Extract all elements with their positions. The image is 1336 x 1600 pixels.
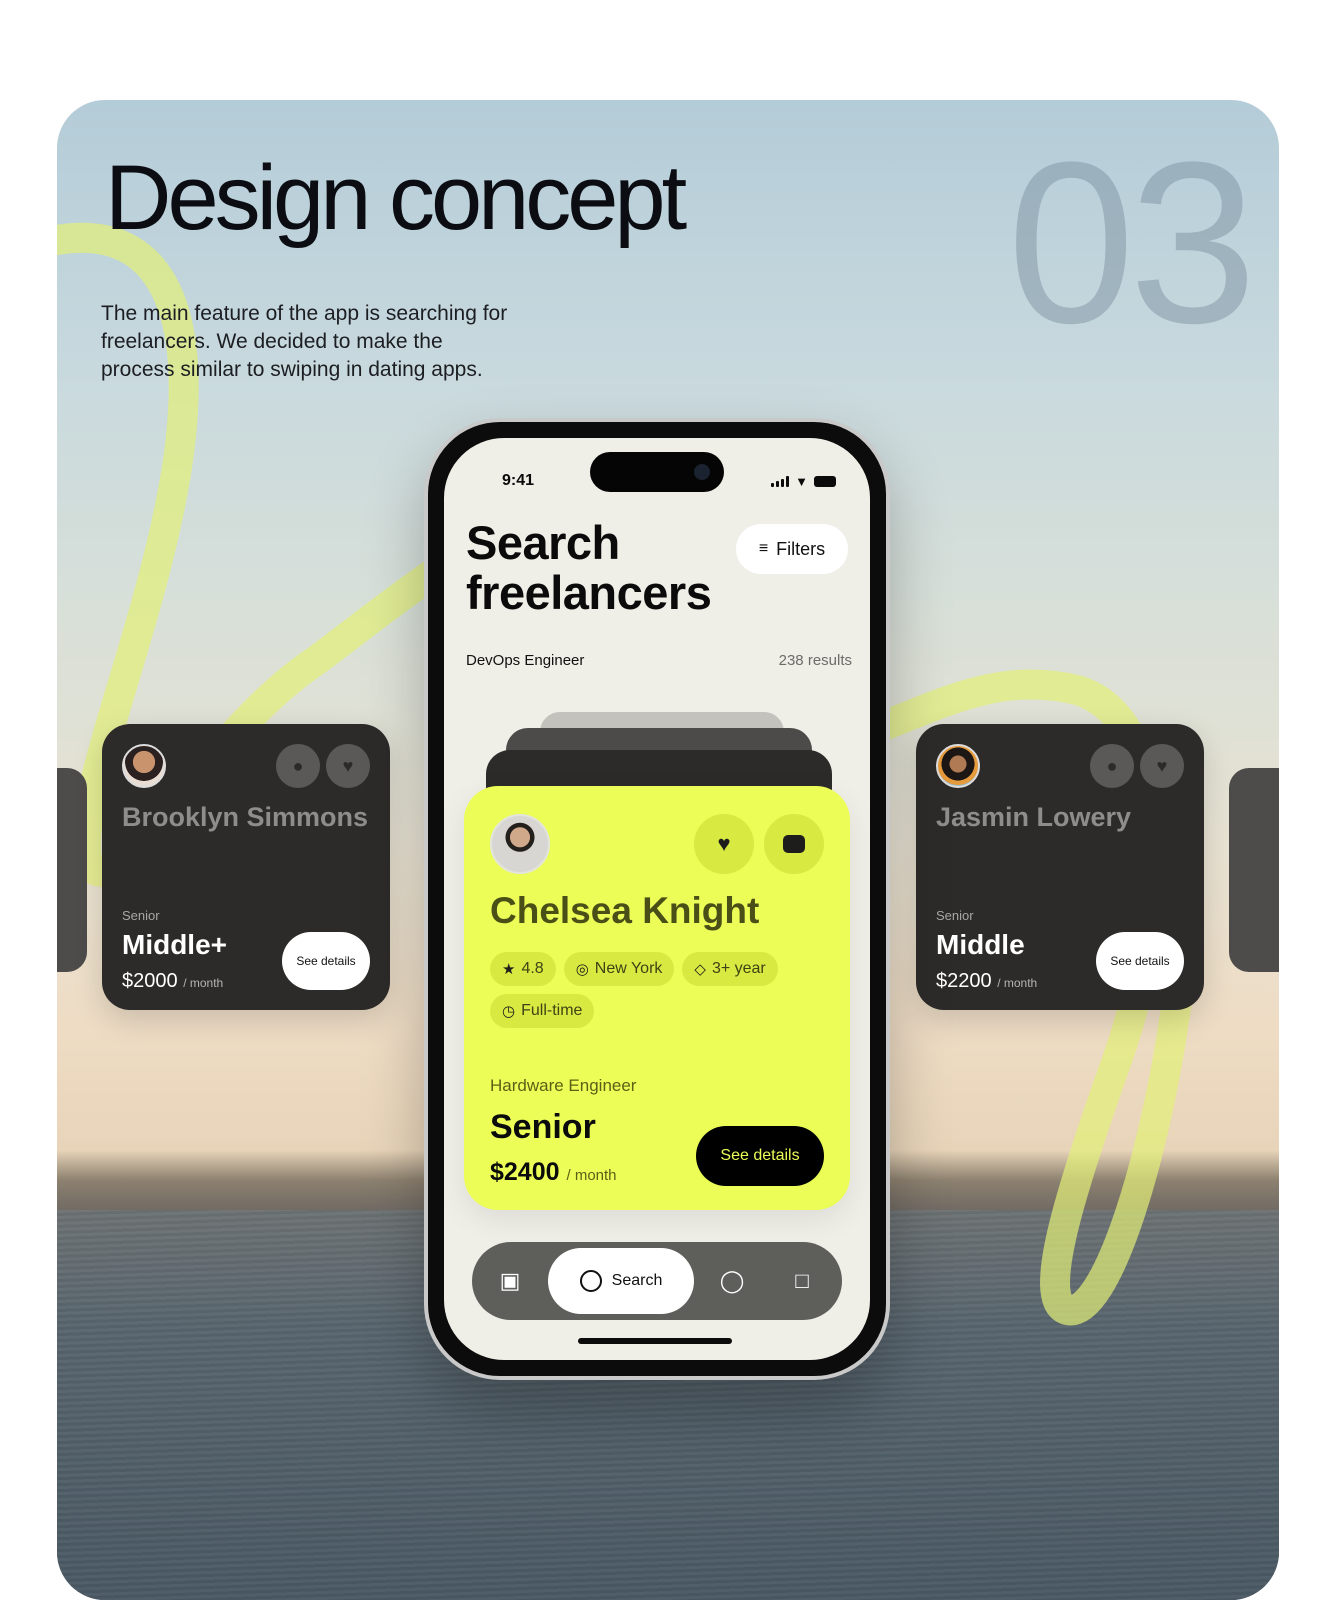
freelancer-name: Chelsea Knight [490,890,760,931]
price-period: / month [183,976,224,990]
search-query: DevOps Engineer [466,652,585,669]
avatar [122,744,166,788]
phone-mockup: 9:41 ▼ Search freelancers ≡ Filters DevO… [424,418,890,1380]
status-icons: ▼ [771,474,836,489]
chat-icon: ● [292,755,304,776]
location-pin-icon: ◎ [575,961,589,978]
freelancer-level: Senior [490,1108,596,1146]
avatar [490,814,550,874]
dynamic-island [590,452,724,492]
chat-button[interactable] [764,814,824,874]
graduation-cap-icon: ◇ [694,961,706,978]
tab-search-label: Search [611,1272,663,1289]
freelancer-level: Middle [936,929,1025,960]
experience-chip: ◇ 3+ year [682,952,778,986]
freelancer-name: Jasmin Lowery [936,802,1132,832]
like-button[interactable]: ♥ [694,814,754,874]
avatar [936,744,980,788]
freelancer-name: Brooklyn Simmons [122,802,369,832]
sliders-icon: ≡ [758,540,769,557]
chat-icon: □ [795,1268,809,1293]
phone-screen: 9:41 ▼ Search freelancers ≡ Filters DevO… [444,438,870,1360]
freelancer-price: $2400 / month [490,1158,617,1187]
search-icon [579,1270,602,1292]
employment-value: Full-time [521,1002,583,1019]
heart-icon: ♥ [1156,755,1168,776]
level-label: Senior [936,908,974,923]
freelancer-tags: ★ 4.8 ◎ New York ◇ 3+ year ◷ Full-time [490,952,830,1028]
see-details-button[interactable]: See details [1096,932,1184,990]
filters-label: Filters [776,538,826,559]
heart-icon: ♥ [717,831,731,856]
wifi-icon: ▼ [795,474,808,489]
results-count: 238 results [778,652,852,669]
rating-value: 4.8 [521,960,544,977]
tab-jobs[interactable]: ▣ [486,1242,534,1320]
chat-button[interactable]: ● [1090,744,1134,788]
screen-title-line1: Search [466,516,620,569]
star-icon: ★ [502,961,516,978]
screen-title: Search freelancers [466,516,712,619]
home-indicator [578,1338,732,1344]
price-period: / month [997,976,1038,990]
price-value: $2400 [490,1158,560,1186]
status-time: 9:41 [502,472,535,489]
freelancer-role: Hardware Engineer [490,1076,637,1095]
price-value: $2000 [122,970,178,992]
edge-card-right[interactable] [1229,768,1279,972]
edge-card-left[interactable] [57,768,87,972]
section-number: 03 [1007,114,1257,371]
signal-icon [771,476,790,487]
battery-icon [814,476,836,487]
page-description: The main feature of the app is searching… [101,302,508,381]
employment-chip: ◷ Full-time [490,994,595,1028]
freelancer-card[interactable]: ● ♥ Jasmin Lowery Senior Middle $2200 / … [916,724,1204,1010]
profile-icon: ◯ [719,1268,745,1293]
chat-icon [783,835,805,853]
heart-icon: ♥ [342,755,354,776]
chat-icon: ● [1106,755,1118,776]
location-value: New York [594,960,663,977]
chat-button[interactable]: ● [276,744,320,788]
like-button[interactable]: ♥ [1140,744,1184,788]
rating-chip: ★ 4.8 [490,952,556,986]
screen-title-line2: freelancers [466,566,712,619]
freelancer-price: $2200 / month [936,970,1037,993]
clock-icon: ◷ [502,1003,516,1020]
briefcase-icon: ▣ [499,1268,521,1293]
tab-profile[interactable]: ◯ [708,1242,756,1320]
tab-messages[interactable]: □ [778,1242,826,1320]
price-period: / month [566,1167,617,1184]
bottom-tab-bar: ▣ Search ◯ □ [472,1242,842,1320]
price-value: $2200 [936,970,992,992]
filters-button[interactable]: ≡ Filters [736,524,848,574]
tab-search[interactable]: Search [548,1248,694,1314]
see-details-button[interactable]: See details [282,932,370,990]
level-label: Senior [122,908,160,923]
experience-value: 3+ year [711,960,766,977]
main-freelancer-card[interactable]: ♥ Chelsea Knight ★ 4.8 ◎ New York ◇ 3+ year… [464,786,850,1210]
freelancer-price: $2000 / month [122,970,223,993]
page-title: Design concept [105,147,687,249]
freelancer-card[interactable]: ● ♥ Brooklyn Simmons Senior Middle+ $200… [102,724,390,1010]
like-button[interactable]: ♥ [326,744,370,788]
freelancer-level: Middle+ [122,929,228,960]
see-details-button[interactable]: See details [696,1126,824,1186]
location-chip: ◎ New York [563,952,675,986]
